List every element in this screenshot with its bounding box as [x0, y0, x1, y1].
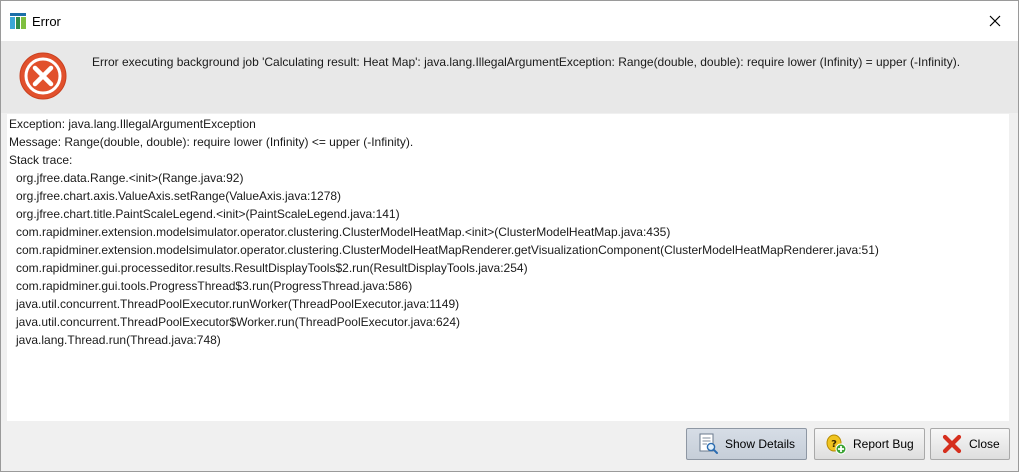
rapidminer-logo-icon	[10, 13, 26, 29]
document-search-icon	[699, 433, 718, 454]
error-x-icon	[19, 52, 67, 100]
close-button[interactable]: Close	[930, 428, 1010, 460]
stack-trace-line: org.jfree.chart.axis.ValueAxis.setRange(…	[16, 189, 342, 203]
close-label: Close	[969, 437, 1000, 451]
report-bug-label: Report Bug	[853, 437, 914, 451]
show-details-button[interactable]: Show Details	[686, 428, 807, 460]
close-icon	[989, 15, 1001, 27]
stack-trace-line: java.util.concurrent.ThreadPoolExecutor.…	[16, 297, 460, 311]
window-title: Error	[32, 14, 61, 29]
stack-trace-label: Stack trace:	[9, 153, 73, 167]
message-line: Message: Range(double, double): require …	[9, 135, 414, 149]
error-dialog: Error Error executing background job 'Ca…	[0, 0, 1019, 472]
stack-trace-line: com.rapidminer.extension.modelsimulator.…	[16, 225, 671, 239]
stack-trace-line: com.rapidminer.gui.processeditor.results…	[16, 261, 528, 275]
show-details-label: Show Details	[725, 437, 796, 451]
error-message: Error executing background job 'Calculat…	[92, 55, 961, 69]
title-bar: Error	[1, 1, 1018, 41]
exception-line: Exception: java.lang.IllegalArgumentExce…	[9, 117, 256, 131]
error-header: Error executing background job 'Calculat…	[1, 41, 1018, 113]
error-details-text-area[interactable]: Exception: java.lang.IllegalArgumentExce…	[7, 114, 1009, 421]
stack-trace-line: java.util.concurrent.ThreadPoolExecutor$…	[16, 315, 461, 329]
stack-trace-line: org.jfree.chart.title.PaintScaleLegend.<…	[16, 207, 400, 221]
stack-trace-line: java.lang.Thread.run(Thread.java:748)	[16, 333, 221, 347]
stack-trace-line: com.rapidminer.gui.tools.ProgressThread$…	[16, 279, 413, 293]
report-bug-button[interactable]: ? Report Bug	[814, 428, 925, 460]
stack-trace-line: com.rapidminer.extension.modelsimulator.…	[16, 243, 879, 257]
window-close-button[interactable]	[972, 1, 1018, 41]
stack-trace-line: org.jfree.data.Range.<init>(Range.java:9…	[16, 171, 244, 185]
bug-report-icon: ?	[826, 434, 847, 455]
red-x-icon	[942, 434, 962, 454]
